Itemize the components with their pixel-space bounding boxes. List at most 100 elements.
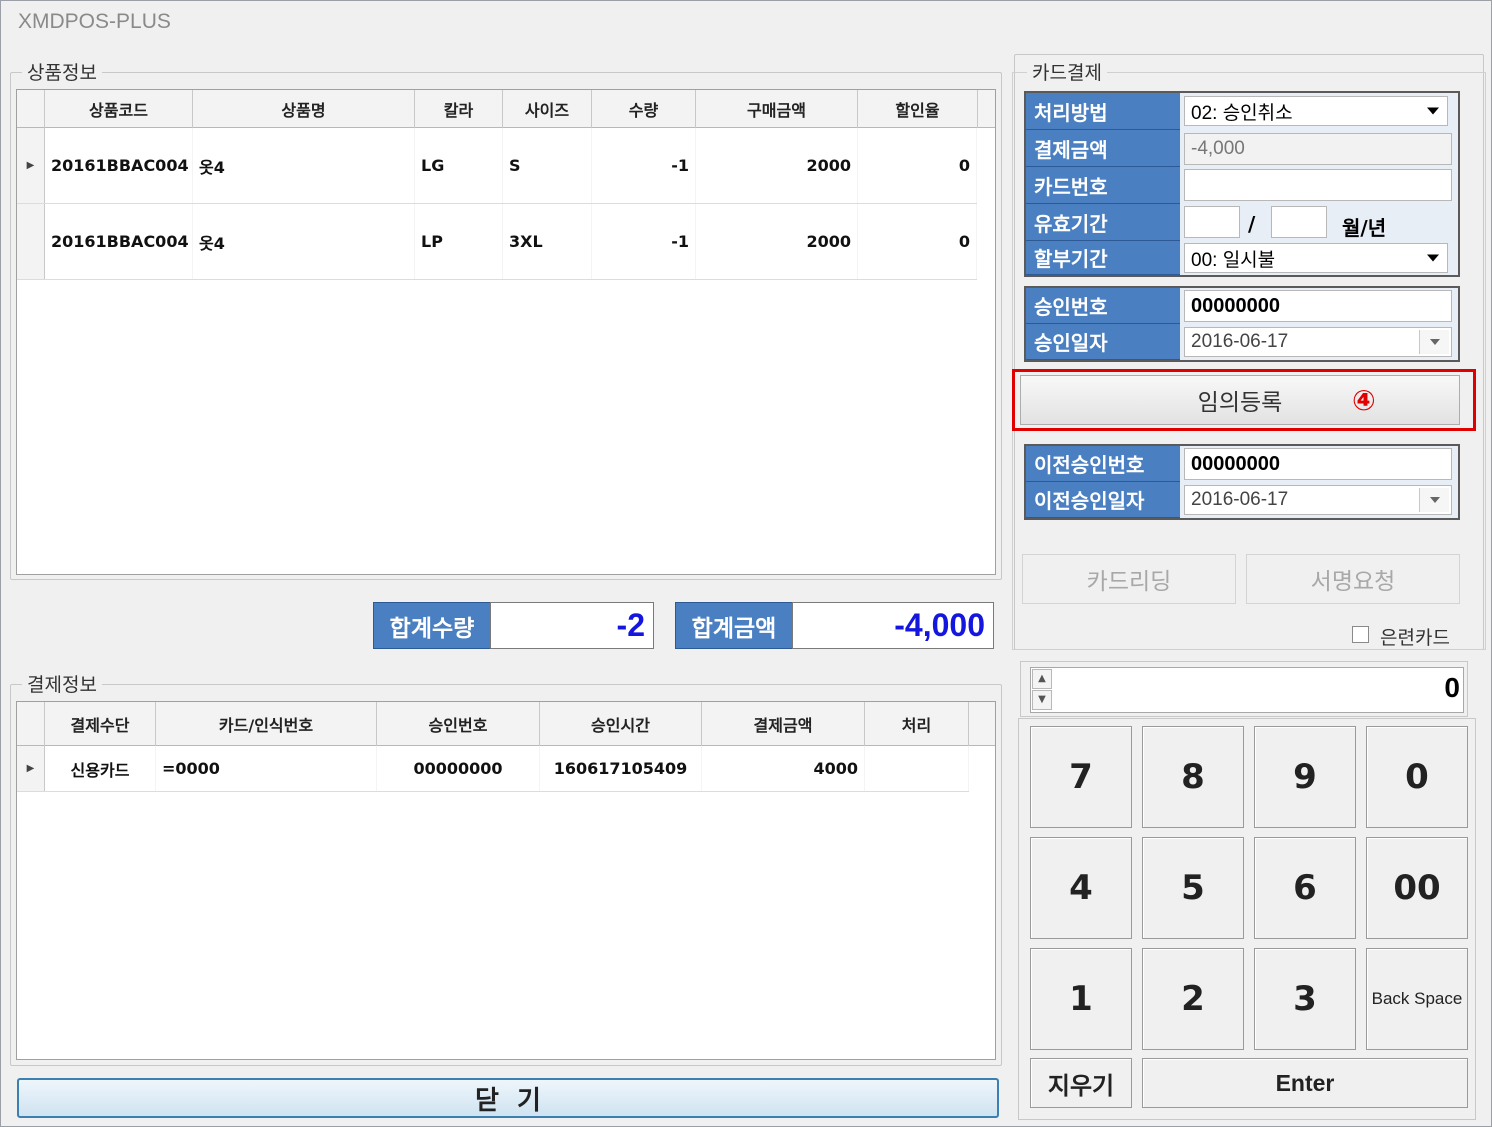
amount-field[interactable]: -4,000 [1184,133,1452,165]
row-selector [17,204,45,279]
installment-select-value: 00: 일시불 [1191,249,1276,271]
col-header-code[interactable]: 상품코드 [45,90,193,128]
clear-button[interactable]: 지우기 [1030,1058,1132,1108]
key-7[interactable]: 7 [1030,726,1132,828]
cell-amount: 2000 [696,128,858,203]
cardno-label: 카드번호 [1026,167,1180,204]
signature-request-label: 서명요청 [1310,569,1396,595]
prev-approval-no-label: 이전승인번호 [1026,446,1180,482]
card-reading-label: 카드리딩 [1086,569,1172,595]
header-filler [978,90,995,128]
card-reading-button[interactable]: 카드리딩 [1022,554,1236,604]
col-header-card[interactable]: 카드/인식번호 [156,702,377,746]
payment-grid-header: 결제수단 카드/인식번호 승인번호 승인시간 결제금액 처리 [17,702,995,746]
total-qty-value: -2 [490,602,654,649]
close-button[interactable]: 닫 기 [17,1078,999,1118]
approval-date-value: 2016-06-17 [1191,331,1289,352]
expiry-separator: / [1248,212,1256,236]
approval-date-label: 승인일자 [1026,324,1180,360]
cell-code: 20161BBAC004 [45,128,193,203]
calendar-dropdown-icon[interactable] [1419,330,1449,354]
cell-card: =0000 [156,746,377,791]
col-header-amount[interactable]: 결제금액 [702,702,865,746]
cell-qty: -1 [592,204,696,279]
col-header-size[interactable]: 사이즈 [503,90,592,128]
product-grid-header: 상품코드 상품명 칼라 사이즈 수량 구매금액 할인율 [17,90,995,128]
cell-size: 3XL [503,204,592,279]
chevron-down-icon [1427,254,1439,262]
cell-qty: -1 [592,128,696,203]
total-qty-label: 합계수량 [373,602,491,649]
installment-select[interactable]: 00: 일시불 [1184,243,1448,273]
key-2[interactable]: 2 [1142,948,1244,1050]
col-header-name[interactable]: 상품명 [193,90,415,128]
training-card-label: 은련카드 [1380,627,1450,649]
col-header-method[interactable]: 결제수단 [45,702,156,746]
key-6[interactable]: 6 [1254,837,1356,939]
card-payment-legend: 카드결제 [1027,58,1107,85]
cell-process [865,746,969,791]
cell-color: LP [415,204,503,279]
col-header-process[interactable]: 처리 [865,702,969,746]
cell-name: 옷4 [193,204,415,279]
cell-approval: 00000000 [377,746,540,791]
row-header-corner [17,702,45,746]
key-4[interactable]: 4 [1030,837,1132,939]
expiry-month-field[interactable] [1184,206,1240,238]
annotation-marker: ④ [1352,384,1376,417]
prev-approval-date-label: 이전승인일자 [1026,482,1180,518]
keypad-display-value: 0 [1444,672,1460,703]
payment-grid: 결제수단 카드/인식번호 승인번호 승인시간 결제금액 처리 ▶ 신용카드 =0… [16,701,996,1060]
method-label: 처리방법 [1026,93,1180,130]
key-5[interactable]: 5 [1142,837,1244,939]
cell-amount: 2000 [696,204,858,279]
amount-label: 결제금액 [1026,130,1180,167]
col-header-amount[interactable]: 구매금액 [696,90,858,128]
prev-approval-no-field[interactable]: 00000000 [1184,448,1452,480]
product-group-legend: 상품정보 [22,58,102,85]
col-header-discount[interactable]: 할인율 [858,90,978,128]
cell-color: LG [415,128,503,203]
card-number-field[interactable] [1184,169,1452,201]
enter-button[interactable]: Enter [1142,1058,1468,1108]
cell-time: 160617105409 [540,746,702,791]
col-header-qty[interactable]: 수량 [592,90,696,128]
calendar-dropdown-icon[interactable] [1419,488,1449,512]
product-grid: 상품코드 상품명 칼라 사이즈 수량 구매금액 할인율 ▶ 20161BBAC0… [16,89,996,575]
col-header-color[interactable]: 칼라 [415,90,503,128]
spin-down-icon[interactable]: ▼ [1032,690,1052,710]
approval-no-field[interactable]: 00000000 [1184,290,1452,322]
expiry-year-field[interactable] [1271,206,1327,238]
total-amount-value: -4,000 [792,602,994,649]
cell-code: 20161BBAC004 [45,204,193,279]
key-backspace[interactable]: Back Space [1366,948,1468,1050]
keypad-display[interactable] [1030,667,1464,713]
row-selector-icon: ▶ [17,746,45,791]
payment-group-legend: 결제정보 [22,670,102,697]
window-title: XMDPOS-PLUS [18,10,171,33]
key-3[interactable]: 3 [1254,948,1356,1050]
cell-method: 신용카드 [45,746,156,791]
cell-name: 옷4 [193,128,415,203]
signature-request-button[interactable]: 서명요청 [1246,554,1460,604]
method-select[interactable]: 02: 승인취소 [1184,96,1448,126]
key-0[interactable]: 0 [1366,726,1468,828]
table-row[interactable]: 20161BBAC004 옷4 LP 3XL -1 2000 0 [17,204,977,280]
annotation-highlight [1012,369,1476,431]
spin-up-icon[interactable]: ▲ [1032,669,1052,689]
method-select-value: 02: 승인취소 [1191,102,1293,124]
key-1[interactable]: 1 [1030,948,1132,1050]
key-00[interactable]: 00 [1366,837,1468,939]
key-8[interactable]: 8 [1142,726,1244,828]
cell-amount: 4000 [702,746,865,791]
approval-date-picker[interactable]: 2016-06-17 [1184,327,1452,357]
col-header-time[interactable]: 승인시간 [540,702,702,746]
row-header-corner [17,90,45,128]
table-row[interactable]: ▶ 20161BBAC004 옷4 LG S -1 2000 0 [17,128,977,204]
training-card-checkbox[interactable] [1352,626,1369,643]
prev-approval-date-picker[interactable]: 2016-06-17 [1184,485,1452,515]
chevron-down-icon [1427,107,1439,115]
col-header-approval[interactable]: 승인번호 [377,702,540,746]
key-9[interactable]: 9 [1254,726,1356,828]
table-row[interactable]: ▶ 신용카드 =0000 00000000 160617105409 4000 [17,746,969,792]
